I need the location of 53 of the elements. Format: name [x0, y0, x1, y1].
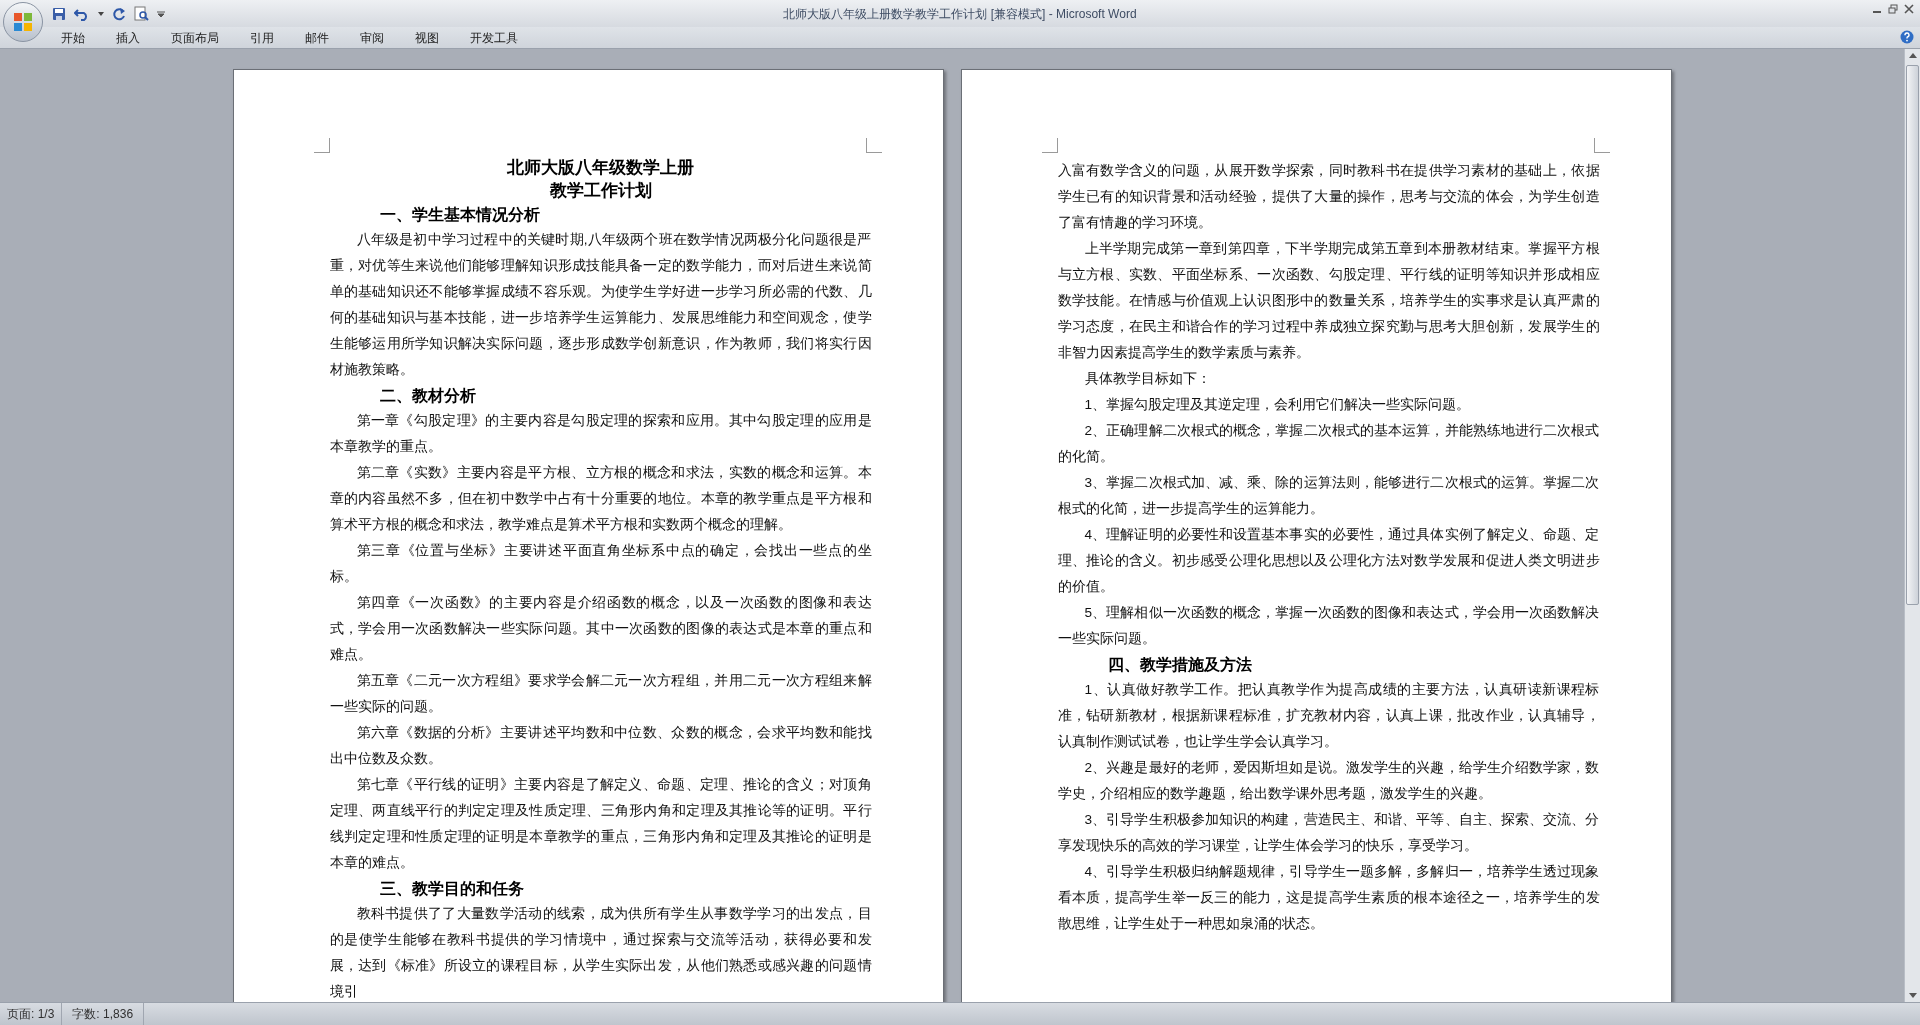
paragraph: 第六章《数据的分析》主要讲述平均数和中位数、众数的概念，会求平均数和能找出中位数及众数。	[329, 724, 872, 768]
window-title: 北师大版八年级上册数学教学工作计划 [兼容模式] - Microsoft Word	[783, 5, 1137, 23]
ribbon-tab[interactable]: 邮件	[294, 27, 340, 48]
paragraph: 第一章《勾股定理》的主要内容是勾股定理的探索和应用。其中勾股定理的应用是本章教学的重点。	[329, 412, 872, 456]
restore-icon[interactable]	[1888, 4, 1898, 14]
caret-icon[interactable]	[98, 11, 104, 16]
margin-mark	[1041, 138, 1058, 153]
paragraph: 第七章《平行线的证明》主要内容是了解定义、命题、定理、推论的含义；对顶角定理、两直线平行的判定定理及性质定理、三角形内角和定理及其推论等的证明。平行线判定定理和性质定理的证明是本章教学的重点，三角形内角和定理及其推论的证明是本章的难点。	[329, 776, 872, 872]
ribbon-tab[interactable]: 审阅	[349, 27, 395, 48]
paragraph: 1、认真做好教学工作。把认真教学作为提高成绩的主要方法，认真研读新课程标准，钻研新教材，根据新课程标准，扩充教材内容，认真上课，批改作业，认真辅导，认真制作测试试卷，也让学生学会认真学习。	[1057, 681, 1600, 751]
paragraph: 具体教学目标如下：	[1083, 370, 1212, 388]
paragraph: 教科书提供了了大量数学活动的线索，成为供所有学生从事数学学习的出发点，目的是使学生能够在教科书提供的学习情境中，通过探索与交流等活动，获得必要和发展，达到《标准》所设立的课程目标，从学生实际出发，从他们熟悉或感兴趣的问题情境引	[329, 905, 872, 1001]
document-title: 北师大版八年级数学上册	[506, 156, 695, 179]
help-icon[interactable]	[1900, 30, 1914, 44]
customize-caret-icon[interactable]	[157, 9, 165, 18]
page-count[interactable]: 页面: 1/3	[0, 1003, 63, 1025]
margin-mark	[313, 138, 330, 153]
paragraph: 4、引导学生积极归纳解题规律，引导学生一题多解，多解归一，培养学生透过现象看本质，提高学生举一反三的能力，这是提高学生素质的根本途径之一，培养学生的发散思维，让学生处于一种思如泉涌的状态。	[1057, 863, 1600, 933]
paragraph: 5、理解相似一次函数的概念，掌握一次函数的图像和表达式，学会用一次函数解决一些实际问题。	[1057, 604, 1600, 648]
print-preview-icon[interactable]	[134, 6, 149, 21]
paragraph: 2、兴趣是最好的老师，爱因斯坦如是说。激发学生的兴趣，给学生介绍数学家，数学史，介绍相应的数学趣题，给出数学课外思考题，激发学生的兴趣。	[1057, 759, 1600, 803]
ribbon-tab[interactable]: 视图	[404, 27, 450, 48]
ribbon-tab[interactable]: 开发工具	[459, 27, 529, 48]
paragraph: 3、掌握二次根式加、减、乘、除的运算法则，能够进行二次根式的运算。掌握二次根式的化简，进一步提高学生的运算能力。	[1057, 474, 1600, 518]
office-button[interactable]	[3, 2, 43, 42]
office-logo-icon	[12, 11, 34, 33]
paragraph: 2、正确理解二次根式的概念，掌握二次根式的基本运算，并能熟练地进行二次根式的化简。	[1057, 422, 1600, 466]
word-count[interactable]: 字数: 1,836	[62, 1003, 145, 1025]
redo-icon[interactable]	[112, 6, 126, 21]
save-icon[interactable]	[52, 6, 66, 21]
ribbon-tab[interactable]: 页面布局	[160, 27, 230, 48]
paragraph: 第三章《位置与坐标》主要讲述平面直角坐标系中点的确定，会找出一些点的坐标。	[329, 542, 872, 586]
margin-mark	[1593, 138, 1610, 153]
paragraph: 入富有数学含义的问题，从展开数学探索，同时教科书在提供学习素材的基础上，依据学生已有的知识背景和活动经验，提供了大量的操作，思考与交流的体会，为学生创造了富有情趣的学习环境。	[1057, 162, 1600, 232]
ribbon-tab[interactable]: 引用	[239, 27, 285, 48]
paragraph: 第五章《二元一次方程组》要求学会解二元一次方程组，并用二元一次方程组来解一些实际的问题。	[329, 672, 872, 716]
section-heading: 二、教材分析	[378, 385, 477, 407]
document-title: 教学工作计划	[548, 179, 653, 202]
undo-icon[interactable]	[74, 6, 90, 21]
paragraph: 第二章《实数》主要内容是平方根、立方根的概念和求法，实数的概念和运算。本章的内容虽然不多，但在初中数学中占有十分重要的地位。本章的教学重点是平方根和算术平方根的概念和求法，教学难点是算术平方根和实数两个概念的理解。	[329, 464, 872, 534]
margin-mark	[865, 138, 882, 153]
paragraph: 上半学期完成第一章到第四章，下半学期完成第五章到本册教材结束。掌握平方根与立方根、实数、平面坐标系、一次函数、勾股定理、平行线的证明等知识并形成相应数学技能。在情感与价值观上认识图形中的数量关系，培养学生的实事求是认真严肃的学习态度，在民主和谐合作的学习过程中养成独立探究勤与思考大胆创新，发展学生的非智力因素提高学生的数学素质与素养。	[1057, 240, 1600, 362]
paragraph: 3、引导学生积极参加知识的构建，营造民主、和谐、平等、自主、探索、交流、分享发现快乐的高效的学习课堂，让学生体会学习的快乐，享受学习。	[1057, 811, 1600, 855]
paragraph: 八年级是初中学习过程中的关键时期,八年级两个班在数学情况两极分化问题很是严重，对优等生来说他们能够理解知识形成技能具备一定的数学能力，而对后进生来说简单的基础知识还不能够掌握成绩不容乐观。为使学生学好进一步学习所必需的代数、几何的基础知识与基本技能，进一步培养学生运算能力、发展思维能力和空间观念，使学生能够运用所学知识解决实际问题，逐步形成数学创新意识，作为教师，我们将实行因材施教策略。	[329, 231, 872, 379]
section-heading: 三、教学目的和任务	[378, 878, 525, 900]
ribbon-tab[interactable]: 插入	[105, 27, 151, 48]
section-heading: 一、学生基本情况分析	[378, 204, 541, 226]
paragraph: 第四章《一次函数》的主要内容是介绍函数的概念，以及一次函数的图像和表达式，学会用一次函数解决一些实际问题。其中一次函数的图像的表达式是本章的重点和难点。	[329, 594, 872, 664]
paragraph: 1、掌握勾股定理及其逆定理，会利用它们解决一些实际问题。	[1083, 396, 1472, 414]
ribbon-tab[interactable]: 开始	[50, 27, 96, 48]
paragraph: 4、理解证明的必要性和设置基本事实的必要性，通过具体实例了解定义、命题、定理、推论的含义。初步感受公理化思想以及公理化方法对数学发展和促进人类文明进步的价值。	[1057, 526, 1600, 596]
close-icon[interactable]	[1904, 4, 1914, 14]
section-heading: 四、教学措施及方法	[1106, 654, 1253, 676]
